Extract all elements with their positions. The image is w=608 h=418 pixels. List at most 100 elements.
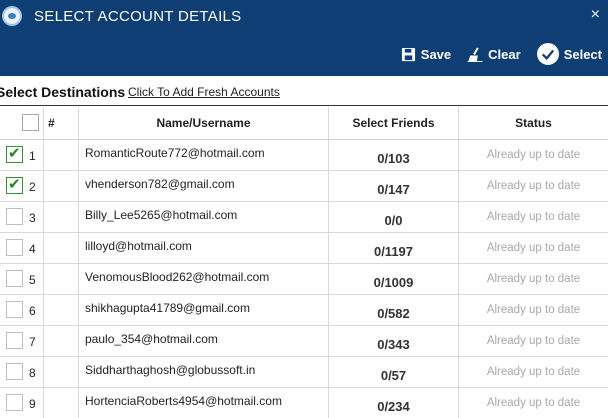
row-checkbox[interactable] (6, 208, 23, 225)
row-name-cell: lilloyd@hotmail.com (79, 233, 329, 263)
app-logo-icon (2, 6, 22, 26)
row-username: vhenderson782@gmail.com (85, 177, 235, 191)
clear-button[interactable]: Clear (467, 47, 521, 62)
row-friends: 0/1197 (373, 244, 414, 259)
header-checkbox-cell (0, 107, 44, 139)
title-bar: SELECT ACCOUNT DETAILS × Save Clear Sele… (0, 0, 608, 76)
row-checkbox[interactable] (6, 301, 23, 318)
row-checkbox[interactable] (6, 270, 23, 287)
destinations-bar: Select Destinations Click To Add Fresh A… (0, 76, 608, 106)
row-status: Already up to date (486, 180, 581, 192)
row-friends-cell[interactable]: 0/1009 (329, 264, 459, 294)
row-checkbox-cell: 2 (0, 171, 44, 201)
row-checkbox-cell: 6 (0, 295, 44, 325)
row-name-cell: RomanticRoute772@hotmail.com (79, 140, 329, 170)
save-label: Save (420, 46, 452, 62)
row-friends-cell[interactable]: 0/234 (329, 388, 459, 418)
row-friends: 0/57 (380, 368, 407, 383)
row-checkbox-cell: 3 (0, 202, 44, 232)
header-status[interactable]: Status (459, 107, 608, 139)
row-username: HortenciaRoberts4954@hotmail.com (85, 394, 282, 408)
header-friends[interactable]: Select Friends (329, 107, 459, 139)
row-number-cell (44, 233, 79, 263)
row-checkbox[interactable] (6, 394, 23, 411)
row-friends-cell[interactable]: 0/343 (329, 326, 459, 356)
row-status-cell: Already up to date (459, 388, 608, 418)
row-number: 4 (29, 242, 36, 256)
broom-icon (467, 46, 483, 62)
table-row[interactable]: 4 lilloyd@hotmail.com 0/1197 Already up to … (0, 233, 608, 264)
row-friends-cell[interactable]: 0/147 (329, 171, 459, 201)
row-number-cell (44, 295, 79, 325)
row-status: Already up to date (486, 335, 581, 347)
row-username: Siddharthaghosh@globussoft.in (85, 363, 256, 377)
table-row[interactable]: 9 HortenciaRoberts4954@hotmail.com 0/234 Al… (0, 388, 608, 418)
row-friends-cell[interactable]: 0/0 (329, 202, 459, 232)
check-circle-icon (536, 43, 559, 65)
table-row[interactable]: 6 shikhagupta41789@gmail.com 0/582 Already … (0, 295, 608, 326)
table-row[interactable]: 5 VenomousBlood262@hotmail.com 0/1009 Alrea… (0, 264, 608, 295)
row-status-cell: Already up to date (459, 233, 608, 263)
row-friends-cell[interactable]: 0/582 (329, 295, 459, 325)
row-username: VenomousBlood262@hotmail.com (85, 270, 270, 284)
toolbar: Save Clear Select (385, 42, 602, 66)
close-button[interactable]: × (591, 5, 600, 25)
row-status: Already up to date (486, 211, 581, 223)
save-button[interactable]: Save (401, 47, 451, 62)
row-number-cell (44, 202, 79, 232)
row-status-cell: Already up to date (459, 140, 608, 170)
row-checkbox-cell: 8 (0, 357, 44, 387)
row-number-cell (44, 326, 79, 356)
row-friends: 0/103 (377, 151, 410, 166)
row-friends: 0/147 (377, 182, 410, 197)
row-name-cell: VenomousBlood262@hotmail.com (79, 264, 329, 294)
row-name-cell: HortenciaRoberts4954@hotmail.com (79, 388, 329, 418)
add-fresh-accounts-link[interactable]: Click To Add Fresh Accounts (128, 85, 280, 99)
row-number: 1 (29, 149, 36, 163)
destinations-label: Select Destinations (0, 84, 126, 100)
row-checkbox[interactable] (6, 239, 23, 256)
row-friends-cell[interactable]: 0/103 (329, 140, 459, 170)
row-checkbox-cell: 7 (0, 326, 44, 356)
row-checkbox-cell: 4 (0, 233, 44, 263)
row-friends: 0/234 (377, 399, 410, 414)
row-status-cell: Already up to date (459, 202, 608, 232)
floppy-disk-icon (401, 47, 416, 62)
header-name[interactable]: Name/Username (79, 107, 329, 139)
row-status-cell: Already up to date (459, 171, 608, 201)
table-row[interactable]: 2 vhenderson782@gmail.com 0/147 Already up … (0, 171, 608, 202)
row-number: 6 (29, 304, 36, 318)
row-checkbox[interactable] (6, 175, 23, 194)
select-button[interactable]: Select (536, 43, 602, 65)
row-status: Already up to date (486, 242, 581, 254)
table-row[interactable]: 1 RomanticRoute772@hotmail.com 0/103 Alread… (0, 140, 608, 171)
row-name-cell: Siddharthaghosh@globussoft.in (79, 357, 329, 387)
row-status-cell: Already up to date (459, 295, 608, 325)
row-name-cell: vhenderson782@gmail.com (79, 171, 329, 201)
select-label: Select (563, 46, 602, 62)
row-friends-cell[interactable]: 0/57 (329, 357, 459, 387)
row-number: 5 (29, 273, 36, 287)
row-friends-cell[interactable]: 0/1197 (329, 233, 459, 263)
row-name-cell: shikhagupta41789@gmail.com (79, 295, 329, 325)
table-row[interactable]: 8 Siddharthaghosh@globussoft.in 0/57 Alread… (0, 357, 608, 388)
row-status-cell: Already up to date (459, 357, 608, 387)
row-checkbox-cell: 5 (0, 264, 44, 294)
row-number: 8 (29, 366, 36, 380)
row-status-cell: Already up to date (459, 264, 608, 294)
select-all-checkbox[interactable] (22, 114, 39, 131)
row-status: Already up to date (486, 273, 581, 285)
row-friends: 0/1009 (373, 275, 414, 290)
row-friends: 0/0 (384, 213, 403, 228)
row-checkbox[interactable] (6, 363, 23, 380)
row-number: 9 (29, 397, 36, 411)
row-checkbox[interactable] (6, 332, 23, 349)
row-number-cell (44, 140, 79, 170)
row-checkbox[interactable] (6, 144, 23, 163)
row-friends: 0/582 (377, 306, 410, 321)
row-status: Already up to date (486, 304, 581, 316)
row-number-cell (44, 357, 79, 387)
table-row[interactable]: 7 paulo_354@hotmail.com 0/343 Already up to… (0, 326, 608, 357)
row-number-cell (44, 388, 79, 418)
table-row[interactable]: 3 Billy_Lee5265@hotmail.com 0/0 Already up … (0, 202, 608, 233)
